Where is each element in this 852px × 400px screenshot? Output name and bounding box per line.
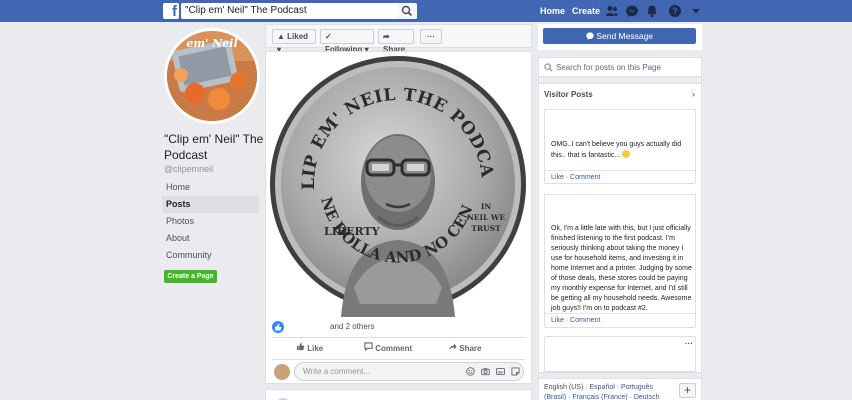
- friends-icon[interactable]: [605, 4, 619, 18]
- svg-text:GIF: GIF: [498, 370, 505, 374]
- post-comment-label: Comment: [375, 344, 413, 353]
- post-action-row: Like Comment Share: [272, 339, 525, 357]
- add-language-button[interactable]: +: [679, 383, 696, 398]
- messenger-icon: [586, 32, 594, 40]
- help-icon[interactable]: ?: [668, 4, 682, 18]
- liked-button[interactable]: ▲ Liked ▾: [272, 29, 316, 54]
- send-message-label: Send Message: [596, 31, 654, 41]
- following-button[interactable]: ✓ Following ▾: [320, 29, 374, 54]
- gif-icon[interactable]: GIF: [496, 367, 505, 376]
- grin-emoji-icon: [622, 150, 631, 158]
- post-reactions-summary[interactable]: and 2 others: [272, 320, 527, 334]
- visitor-post-footer: Like · Comment: [545, 170, 695, 184]
- coin-motto-line-3: TRUST: [471, 224, 501, 233]
- profile-picture-image: em' Neil: [167, 31, 257, 121]
- post-divider: [272, 337, 525, 338]
- page-left-navigation: Home Posts Photos About Community: [162, 179, 259, 264]
- post-share-label: Share: [459, 344, 482, 353]
- camera-icon[interactable]: [481, 367, 490, 376]
- svg-text:em' Neil: em' Neil: [186, 37, 237, 50]
- chevron-right-icon[interactable]: ›: [692, 89, 695, 99]
- left-nav-posts[interactable]: Posts: [162, 196, 259, 213]
- page-username[interactable]: @clipemneil: [164, 164, 213, 174]
- svg-text:?: ?: [672, 6, 678, 16]
- coin-image: CLIP EM' NEIL THE PODCAST LIBERTY IN NEI…: [259, 37, 526, 317]
- search-icon: [544, 63, 553, 72]
- visitor-posts-panel: Visitor Posts › OMG..I can't believe you…: [538, 83, 702, 373]
- visitor-post-like-comment[interactable]: Like · Comment: [551, 174, 600, 181]
- post-like-button[interactable]: Like: [296, 342, 323, 353]
- share-arrow-icon: ➦: [383, 32, 390, 41]
- language-list: English (US) · Español · Português (Bras…: [544, 383, 674, 400]
- visitor-post-text: OMG..I can't believe you guys actually d…: [551, 140, 692, 161]
- visitor-post-footer: Like · Comment: [545, 313, 695, 327]
- nav-home-link[interactable]: Home: [540, 6, 565, 16]
- left-nav-photos[interactable]: Photos: [162, 213, 259, 230]
- visitor-post-card: ···: [544, 336, 696, 372]
- left-nav-about[interactable]: About: [162, 230, 259, 247]
- messenger-icon[interactable]: [625, 4, 639, 18]
- left-nav-home[interactable]: Home: [162, 179, 259, 196]
- top-navigation-bar: f Home Create ?: [0, 0, 852, 22]
- coin-motto-line-1: IN: [481, 202, 492, 211]
- page-title[interactable]: "Clip em' Neil" The Podcast: [164, 131, 264, 163]
- page-search-placeholder: Search for posts on this Page: [556, 63, 661, 72]
- search-input[interactable]: [181, 3, 417, 19]
- send-message-button[interactable]: Send Message: [543, 28, 696, 44]
- share-arrow-icon: [448, 343, 457, 351]
- more-options-button[interactable]: ···: [420, 29, 442, 44]
- comment-bubble-icon: [364, 342, 373, 352]
- create-page-button[interactable]: Create a Page: [164, 270, 217, 283]
- language-panel: English (US) · Español · Português (Bras…: [538, 378, 702, 400]
- visitor-post-like-comment[interactable]: Like · Comment: [551, 317, 600, 324]
- notifications-icon[interactable]: [645, 4, 659, 18]
- visitor-post-card: OMG..I can't believe you guys actually d…: [544, 109, 696, 184]
- like-reaction-icon: [272, 321, 284, 333]
- search-icon[interactable]: [398, 3, 416, 19]
- next-post: [265, 389, 532, 400]
- page-profile-picture[interactable]: em' Neil: [164, 28, 260, 124]
- visitor-post-body: OMG..I can't believe you guys actually d…: [551, 141, 682, 159]
- sticker-icon[interactable]: [511, 367, 520, 376]
- post-comment-button[interactable]: Comment: [364, 342, 412, 353]
- comment-composer: Write a comment... GIF: [274, 362, 525, 382]
- visitor-posts-title[interactable]: Visitor Posts: [544, 90, 593, 99]
- page-action-bar: ▲ Liked ▾ ✓ Following ▾ ➦ Share ···: [265, 24, 532, 54]
- post-like-label: Like: [307, 344, 324, 353]
- following-check-icon: ✓: [325, 32, 332, 41]
- emoji-icon[interactable]: [466, 367, 475, 376]
- thumbs-up-icon: [296, 342, 305, 351]
- visitor-post-card: Ok, I'm a little late with this, but I j…: [544, 194, 696, 328]
- page-post-search[interactable]: Search for posts on this Page: [538, 57, 702, 77]
- liked-thumb-icon: ▲: [277, 32, 285, 41]
- caret-down-icon[interactable]: [689, 4, 703, 18]
- commenter-avatar: [274, 364, 290, 380]
- current-language: English (US) ·: [544, 384, 590, 391]
- visitor-post-text: Ok, I'm a little late with this, but I j…: [551, 225, 692, 312]
- liked-button-label: Liked: [287, 32, 309, 41]
- post-options-button[interactable]: ···: [685, 339, 693, 348]
- facebook-logo-icon[interactable]: f: [163, 3, 179, 19]
- post-divider: [272, 359, 525, 360]
- nav-create-link[interactable]: Create: [572, 6, 600, 16]
- reactions-count-text[interactable]: and 2 others: [330, 322, 374, 331]
- page-post: CLIP EM' NEIL THE PODCAST LIBERTY IN NEI…: [259, 37, 532, 384]
- post-share-button[interactable]: Share: [448, 342, 481, 353]
- share-page-button[interactable]: ➦ Share: [378, 29, 414, 54]
- post-image[interactable]: CLIP EM' NEIL THE PODCAST LIBERTY IN NEI…: [259, 37, 531, 317]
- left-nav-community[interactable]: Community: [162, 247, 259, 264]
